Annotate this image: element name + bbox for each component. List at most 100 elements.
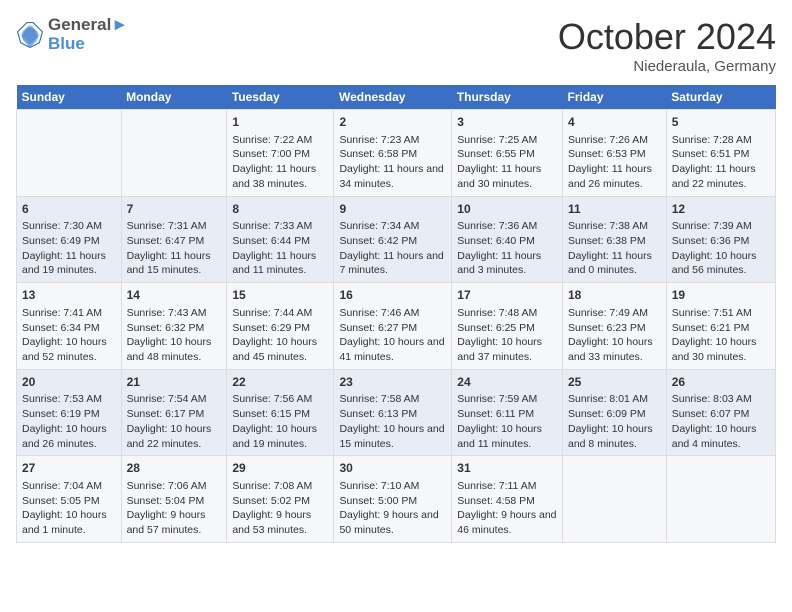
day-header-saturday: Saturday <box>666 85 775 110</box>
week-row-2: 6Sunrise: 7:30 AMSunset: 6:49 PMDaylight… <box>17 196 776 283</box>
day-info: Sunrise: 7:23 AM <box>339 133 446 148</box>
day-number: 31 <box>457 460 557 477</box>
day-info: Daylight: 10 hours and 33 minutes. <box>568 335 661 364</box>
day-info: Sunset: 7:00 PM <box>232 147 328 162</box>
day-info: Daylight: 10 hours and 8 minutes. <box>568 422 661 451</box>
day-info: Daylight: 11 hours and 3 minutes. <box>457 249 557 278</box>
day-number: 1 <box>232 114 328 131</box>
calendar-cell: 7Sunrise: 7:31 AMSunset: 6:47 PMDaylight… <box>121 196 227 283</box>
calendar-cell <box>666 456 775 543</box>
day-info: Daylight: 11 hours and 30 minutes. <box>457 162 557 191</box>
day-info: Sunset: 6:44 PM <box>232 234 328 249</box>
day-info: Sunset: 6:07 PM <box>672 407 770 422</box>
day-info: Sunset: 6:17 PM <box>127 407 222 422</box>
day-info: Sunset: 6:53 PM <box>568 147 661 162</box>
day-info: Sunset: 6:49 PM <box>22 234 116 249</box>
day-info: Daylight: 10 hours and 41 minutes. <box>339 335 446 364</box>
calendar-table: SundayMondayTuesdayWednesdayThursdayFrid… <box>16 85 776 543</box>
day-number: 26 <box>672 374 770 391</box>
day-info: Sunset: 6:47 PM <box>127 234 222 249</box>
day-info: Sunset: 6:25 PM <box>457 321 557 336</box>
calendar-cell: 15Sunrise: 7:44 AMSunset: 6:29 PMDayligh… <box>227 283 334 370</box>
day-info: Sunrise: 7:51 AM <box>672 306 770 321</box>
day-number: 15 <box>232 287 328 304</box>
calendar-cell: 28Sunrise: 7:06 AMSunset: 5:04 PMDayligh… <box>121 456 227 543</box>
day-info: Daylight: 10 hours and 22 minutes. <box>127 422 222 451</box>
logo-icon <box>16 21 44 49</box>
calendar-cell: 23Sunrise: 7:58 AMSunset: 6:13 PMDayligh… <box>334 369 452 456</box>
day-number: 16 <box>339 287 446 304</box>
calendar-cell: 12Sunrise: 7:39 AMSunset: 6:36 PMDayligh… <box>666 196 775 283</box>
day-info: Sunrise: 7:31 AM <box>127 219 222 234</box>
day-number: 11 <box>568 201 661 218</box>
calendar-cell: 20Sunrise: 7:53 AMSunset: 6:19 PMDayligh… <box>17 369 122 456</box>
day-info: Daylight: 10 hours and 26 minutes. <box>22 422 116 451</box>
day-info: Sunset: 6:29 PM <box>232 321 328 336</box>
day-info: Sunrise: 7:56 AM <box>232 392 328 407</box>
day-number: 9 <box>339 201 446 218</box>
day-info: Sunrise: 7:30 AM <box>22 219 116 234</box>
day-info: Daylight: 11 hours and 7 minutes. <box>339 249 446 278</box>
day-number: 12 <box>672 201 770 218</box>
day-info: Sunrise: 7:41 AM <box>22 306 116 321</box>
day-number: 29 <box>232 460 328 477</box>
day-info: Daylight: 10 hours and 48 minutes. <box>127 335 222 364</box>
day-info: Sunrise: 7:25 AM <box>457 133 557 148</box>
day-header-thursday: Thursday <box>452 85 563 110</box>
calendar-cell: 25Sunrise: 8:01 AMSunset: 6:09 PMDayligh… <box>563 369 667 456</box>
day-header-friday: Friday <box>563 85 667 110</box>
calendar-cell: 17Sunrise: 7:48 AMSunset: 6:25 PMDayligh… <box>452 283 563 370</box>
day-info: Sunrise: 7:36 AM <box>457 219 557 234</box>
day-number: 10 <box>457 201 557 218</box>
day-info: Daylight: 11 hours and 34 minutes. <box>339 162 446 191</box>
header: General► Blue October 2024 Niederaula, G… <box>16 16 776 75</box>
week-row-5: 27Sunrise: 7:04 AMSunset: 5:05 PMDayligh… <box>17 456 776 543</box>
day-info: Sunrise: 7:39 AM <box>672 219 770 234</box>
day-number: 25 <box>568 374 661 391</box>
day-number: 20 <box>22 374 116 391</box>
header-row: SundayMondayTuesdayWednesdayThursdayFrid… <box>17 85 776 110</box>
day-number: 30 <box>339 460 446 477</box>
calendar-cell: 22Sunrise: 7:56 AMSunset: 6:15 PMDayligh… <box>227 369 334 456</box>
day-info: Sunset: 6:38 PM <box>568 234 661 249</box>
day-info: Sunrise: 7:26 AM <box>568 133 661 148</box>
title-block: October 2024 Niederaula, Germany <box>558 16 776 75</box>
day-info: Sunrise: 7:43 AM <box>127 306 222 321</box>
day-number: 8 <box>232 201 328 218</box>
calendar-cell: 5Sunrise: 7:28 AMSunset: 6:51 PMDaylight… <box>666 110 775 197</box>
day-info: Daylight: 10 hours and 56 minutes. <box>672 249 770 278</box>
day-info: Daylight: 11 hours and 0 minutes. <box>568 249 661 278</box>
day-info: Sunrise: 7:44 AM <box>232 306 328 321</box>
day-info: Daylight: 10 hours and 30 minutes. <box>672 335 770 364</box>
day-info: Sunset: 6:36 PM <box>672 234 770 249</box>
calendar-cell <box>17 110 122 197</box>
day-number: 21 <box>127 374 222 391</box>
day-info: Daylight: 11 hours and 19 minutes. <box>22 249 116 278</box>
day-info: Daylight: 10 hours and 52 minutes. <box>22 335 116 364</box>
logo: General► Blue <box>16 16 128 53</box>
day-info: Sunrise: 7:58 AM <box>339 392 446 407</box>
logo-text: General► Blue <box>48 16 128 53</box>
day-info: Sunset: 6:27 PM <box>339 321 446 336</box>
day-number: 23 <box>339 374 446 391</box>
day-info: Sunset: 6:11 PM <box>457 407 557 422</box>
day-info: Daylight: 9 hours and 57 minutes. <box>127 508 222 537</box>
day-number: 18 <box>568 287 661 304</box>
day-number: 13 <box>22 287 116 304</box>
day-info: Daylight: 9 hours and 46 minutes. <box>457 508 557 537</box>
day-info: Sunset: 6:21 PM <box>672 321 770 336</box>
calendar-cell: 6Sunrise: 7:30 AMSunset: 6:49 PMDaylight… <box>17 196 122 283</box>
calendar-cell: 31Sunrise: 7:11 AMSunset: 4:58 PMDayligh… <box>452 456 563 543</box>
day-info: Sunset: 6:40 PM <box>457 234 557 249</box>
day-header-wednesday: Wednesday <box>334 85 452 110</box>
day-info: Sunrise: 7:06 AM <box>127 479 222 494</box>
calendar-cell <box>563 456 667 543</box>
day-info: Daylight: 10 hours and 11 minutes. <box>457 422 557 451</box>
week-row-4: 20Sunrise: 7:53 AMSunset: 6:19 PMDayligh… <box>17 369 776 456</box>
day-info: Sunset: 6:58 PM <box>339 147 446 162</box>
day-info: Sunrise: 7:53 AM <box>22 392 116 407</box>
day-info: Sunset: 5:04 PM <box>127 494 222 509</box>
day-header-monday: Monday <box>121 85 227 110</box>
day-info: Sunrise: 7:34 AM <box>339 219 446 234</box>
calendar-cell: 10Sunrise: 7:36 AMSunset: 6:40 PMDayligh… <box>452 196 563 283</box>
